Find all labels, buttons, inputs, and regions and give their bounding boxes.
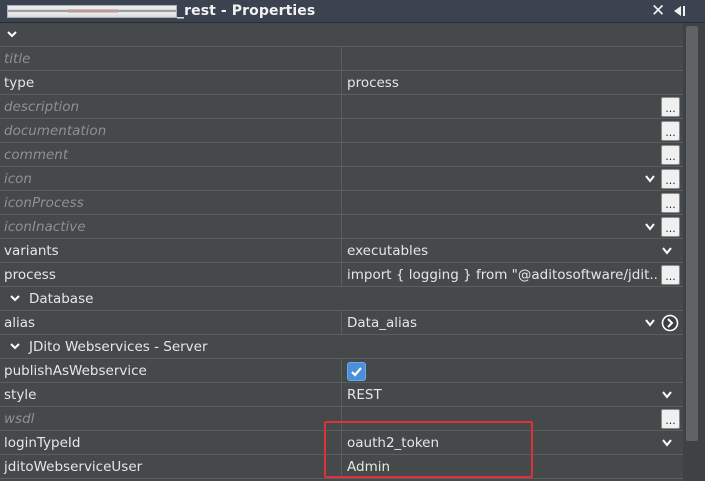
property-row-jditowebserviceuser[interactable]: jditoWebserviceUser Admin (0, 455, 683, 479)
property-label: iconInactive (4, 219, 86, 235)
checkmark-icon (351, 367, 362, 377)
property-row-logintypeid[interactable]: loginTypeId oauth2_token (0, 431, 683, 455)
ellipsis-button[interactable]: ... (661, 145, 680, 165)
property-label: iconProcess (4, 195, 84, 211)
ellipsis-button[interactable]: ... (661, 169, 680, 189)
section-label: Database (29, 291, 94, 307)
close-icon[interactable]: ✕ (651, 1, 665, 21)
ellipsis-button[interactable]: ... (661, 217, 680, 237)
chevron-down-icon[interactable] (644, 222, 656, 232)
property-label: jditoWebserviceUser (4, 459, 143, 475)
property-label: description (4, 99, 80, 115)
chevron-down-icon[interactable] (9, 340, 21, 352)
ellipsis-button[interactable]: ... (661, 409, 680, 429)
property-value-alias[interactable]: Data_alias (347, 315, 659, 331)
column-divider (341, 383, 342, 407)
pin-icon[interactable] (671, 4, 687, 18)
property-label: process (4, 267, 56, 283)
property-label: publishAsWebservice (4, 363, 147, 379)
property-label: comment (4, 147, 69, 163)
ellipsis-button[interactable]: ... (661, 121, 680, 141)
chevron-down-icon[interactable] (661, 438, 673, 448)
scrollbar-thumb[interactable] (686, 26, 698, 441)
column-divider (341, 455, 342, 479)
property-row-icon[interactable]: icon ... (0, 167, 683, 191)
column-divider (341, 167, 342, 191)
column-divider (341, 191, 342, 215)
column-divider (341, 71, 342, 95)
section-jdito-webservices[interactable]: JDito Webservices - Server (0, 335, 683, 359)
property-row-process[interactable]: process import { logging } from "@aditos… (0, 263, 683, 287)
ellipsis-button[interactable]: ... (661, 265, 680, 285)
redacted-title-prefix (7, 5, 177, 18)
property-value-variants[interactable]: executables (347, 243, 659, 259)
column-divider (341, 119, 342, 143)
property-label: icon (4, 171, 32, 187)
property-label: variants (4, 243, 59, 259)
property-value-type[interactable]: process (347, 75, 659, 91)
column-divider (341, 263, 342, 287)
property-label: documentation (4, 123, 107, 139)
column-divider (341, 239, 342, 263)
property-row-style[interactable]: style REST (0, 383, 683, 407)
column-divider (341, 95, 342, 119)
chevron-down-icon[interactable] (661, 390, 673, 400)
property-label: type (4, 75, 35, 91)
column-divider (341, 143, 342, 167)
property-row-type[interactable]: type process (0, 71, 683, 95)
property-sheet: title type process description ... docum… (0, 23, 683, 481)
section-database[interactable]: Database (0, 287, 683, 311)
property-row-comment[interactable]: comment ... (0, 143, 683, 167)
publish-checkbox[interactable] (347, 362, 366, 381)
chevron-down-icon[interactable] (9, 292, 21, 304)
property-label: wsdl (4, 411, 35, 427)
property-value-process[interactable]: import { logging } from "@aditosoftware/… (347, 267, 657, 283)
property-value-jditowebserviceuser[interactable]: Admin (347, 459, 659, 475)
property-row-alias[interactable]: alias Data_alias (0, 311, 683, 335)
property-row-documentation[interactable]: documentation ... (0, 119, 683, 143)
property-row-iconprocess[interactable]: iconProcess ... (0, 191, 683, 215)
chevron-down-icon[interactable] (644, 318, 656, 328)
property-row-variants[interactable]: variants executables (0, 239, 683, 263)
column-divider (341, 47, 342, 71)
property-value-style[interactable]: REST (347, 387, 659, 403)
ellipsis-button[interactable]: ... (661, 97, 680, 117)
property-label: style (4, 387, 37, 403)
column-divider (341, 311, 342, 335)
property-label: alias (4, 315, 36, 331)
column-divider (341, 359, 342, 383)
collapse-all-row[interactable] (0, 23, 683, 47)
property-row-title[interactable]: title (0, 47, 683, 71)
property-row-wsdl[interactable]: wsdl ... (0, 407, 683, 431)
property-value-logintypeid[interactable]: oauth2_token (347, 435, 659, 451)
property-label: title (4, 51, 31, 67)
chevron-down-icon[interactable] (661, 246, 673, 256)
chevron-down-icon[interactable] (6, 28, 18, 40)
window-title: _rest - Properties (177, 3, 316, 19)
ellipsis-button[interactable]: ... (661, 193, 680, 213)
column-divider (341, 431, 342, 455)
column-divider (341, 215, 342, 239)
property-label: loginTypeId (4, 435, 81, 451)
property-row-description[interactable]: description ... (0, 95, 683, 119)
property-row-iconinactive[interactable]: iconInactive ... (0, 215, 683, 239)
vertical-scrollbar[interactable] (683, 23, 705, 481)
chevron-down-icon[interactable] (644, 174, 656, 184)
column-divider (341, 407, 342, 431)
properties-title-bar: _rest - Properties ✕ (0, 0, 705, 23)
property-row-publishaswebservice[interactable]: publishAsWebservice (0, 359, 683, 383)
section-label: JDito Webservices - Server (29, 339, 208, 355)
navigate-arrow-icon[interactable] (661, 314, 679, 332)
